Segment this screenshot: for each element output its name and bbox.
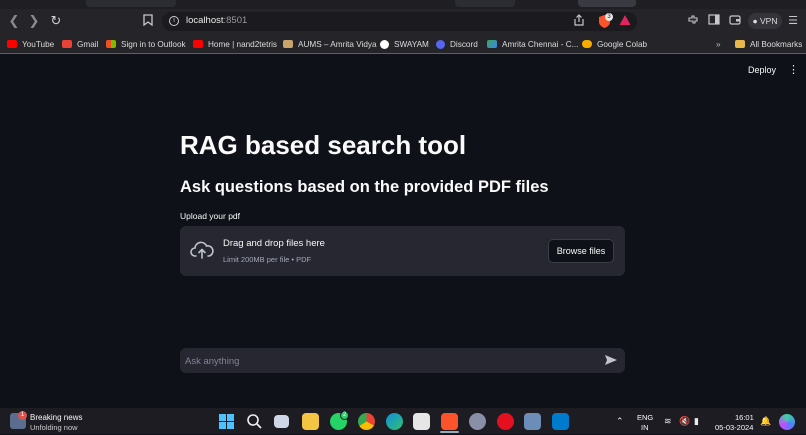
battery-icon[interactable]: ▮ [694, 416, 699, 427]
cloud-upload-icon [190, 240, 214, 260]
app-icon[interactable] [469, 413, 486, 430]
forward-icon[interactable]: ❯ [26, 13, 42, 29]
windows-start-icon[interactable] [218, 413, 235, 430]
browse-files-button[interactable]: Browse files [548, 239, 614, 263]
address-text[interactable]: localhost:8501 [186, 15, 247, 26]
vscode-icon[interactable] [552, 413, 569, 430]
bookmark-label: Google Colab [597, 39, 648, 49]
clock-date[interactable]: 05-03-2024 [715, 423, 753, 432]
discord-icon [436, 39, 445, 49]
bookmark-label: Home | nand2tetris [208, 39, 278, 49]
vpn-label: VPN [760, 16, 778, 26]
whatsapp-badge: 2 [340, 411, 349, 420]
shields-badge: 3 [605, 13, 613, 21]
tab-strip [0, 0, 806, 9]
dropzone-title: Drag and drop files here [223, 238, 325, 249]
news-badge: 1 [18, 411, 27, 420]
bookmark-discord[interactable]: Discord [436, 38, 478, 50]
reload-icon[interactable]: ↻ [48, 13, 64, 29]
back-icon[interactable]: ❮ [6, 13, 22, 29]
wifi-icon[interactable]: ≋ [664, 416, 672, 427]
all-bookmarks-label: All Bookmarks [750, 39, 803, 49]
store-icon[interactable] [413, 413, 430, 430]
calculator-icon[interactable] [524, 413, 541, 430]
upload-label: Upload your pdf [180, 211, 241, 221]
extensions-icon[interactable] [686, 14, 700, 28]
share-icon[interactable] [572, 14, 586, 28]
aums-icon [283, 40, 293, 48]
bookmark-label: Discord [450, 39, 478, 49]
language-indicator[interactable]: ENG [637, 413, 653, 422]
news-title[interactable]: Breaking news [30, 413, 82, 422]
bookmark-aums[interactable]: AUMS – Amrita Vidya [283, 38, 377, 50]
tab-active[interactable] [578, 0, 636, 7]
all-bookmarks[interactable]: All Bookmarks [735, 38, 802, 50]
vpn-button[interactable]: ● VPN [748, 13, 782, 29]
edge-icon[interactable] [386, 413, 403, 430]
copilot-icon[interactable] [779, 414, 795, 430]
google-icon [380, 39, 389, 49]
chrome-icon[interactable] [358, 413, 375, 430]
bookmark-label: Sign in to Outlook [121, 39, 186, 49]
brave-icon[interactable] [441, 413, 458, 430]
wallet-icon[interactable] [728, 14, 742, 28]
youtube-icon [193, 40, 203, 48]
app-header [0, 56, 806, 86]
task-view-icon[interactable] [274, 415, 289, 428]
tab[interactable] [455, 0, 515, 7]
bookmark-label: SWAYAM [394, 39, 429, 49]
bookmark-label: Gmail [77, 39, 99, 49]
address-host: localhost [186, 15, 224, 26]
page-title: RAG based search tool [180, 130, 467, 160]
language-region[interactable]: IN [641, 423, 649, 432]
deploy-button[interactable]: Deploy [748, 65, 776, 75]
volume-muted-icon[interactable]: 🔇 [679, 416, 690, 427]
bookmark-youtube[interactable]: YouTube [7, 38, 54, 50]
bookmark-outlook[interactable]: Sign in to Outlook [106, 38, 186, 50]
bookmark-label: Amrita Chennai - C... [502, 39, 579, 49]
tab[interactable] [86, 0, 176, 7]
bookmark-nand2tetris[interactable]: Home | nand2tetris [193, 38, 277, 50]
colab-icon [582, 40, 592, 48]
active-app-indicator [440, 431, 459, 433]
opera-icon[interactable] [497, 413, 514, 430]
bookmark-label: AUMS – Amrita Vidya [298, 39, 377, 49]
main-menu-icon[interactable]: ⋮ [788, 63, 799, 77]
bookmark-icon[interactable] [141, 14, 155, 28]
bookmark-swayam[interactable]: SWAYAM [380, 38, 429, 50]
clock-time[interactable]: 16:01 [735, 413, 754, 422]
bookmark-colab[interactable]: Google Colab [582, 38, 647, 50]
bookmarks-more[interactable]: » [716, 38, 721, 50]
menu-icon[interactable]: ☰ [786, 14, 800, 28]
page-subtitle: Ask questions based on the provided PDF … [180, 178, 549, 196]
bookmark-amrita-chennai[interactable]: Amrita Chennai - C... [487, 38, 578, 50]
brave-rewards-icon[interactable] [618, 14, 632, 28]
chat-input[interactable] [185, 354, 565, 368]
google-play-icon [487, 40, 497, 48]
file-explorer-icon[interactable] [302, 413, 319, 430]
news-subtitle[interactable]: Unfolding now [30, 423, 78, 432]
folder-icon [735, 40, 745, 48]
bookmark-label: YouTube [22, 39, 55, 49]
gmail-icon [62, 40, 72, 48]
notification-bell-icon[interactable]: 🔔 [760, 416, 771, 427]
address-port: :8501 [223, 15, 248, 26]
youtube-icon [7, 40, 17, 48]
send-icon[interactable] [604, 353, 618, 367]
microsoft-icon [106, 40, 116, 48]
sidebar-icon[interactable] [707, 14, 721, 28]
dropzone-limit: Limit 200MB per file • PDF [223, 255, 312, 264]
search-icon[interactable] [246, 413, 263, 430]
chevron-up-icon[interactable]: ⌃ [616, 416, 624, 427]
info-icon[interactable]: i [169, 16, 179, 26]
bookmark-gmail[interactable]: Gmail [62, 38, 98, 50]
